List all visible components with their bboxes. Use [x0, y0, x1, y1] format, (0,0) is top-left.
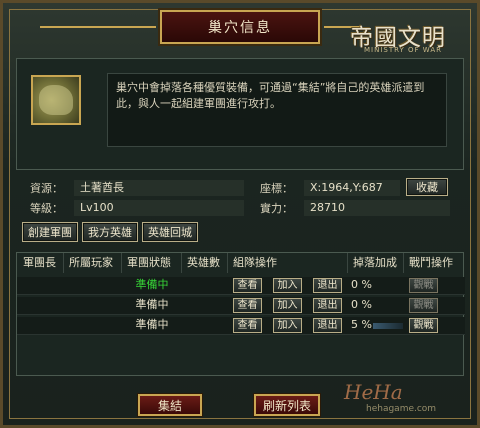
- col-status: 軍團狀態: [127, 256, 171, 269]
- coord-value: X:1964,Y:687: [304, 180, 400, 196]
- resource-value: 土著酋長: [74, 180, 244, 196]
- drop-bonus-bar: [373, 323, 403, 329]
- join-button[interactable]: 加入: [273, 298, 302, 313]
- view-button[interactable]: 查看: [233, 278, 262, 293]
- table-row[interactable]: 準備中 查看 加入 退出 0 % 觀戰: [17, 297, 465, 315]
- lair-thumbnail: [31, 75, 81, 125]
- lair-info-panel: 巢穴中會掉落各種優質裝備，可通過“集結”將自己的英雄派遣到此，與人一起組建軍團進…: [16, 58, 464, 170]
- view-button[interactable]: 查看: [233, 318, 262, 333]
- exit-button[interactable]: 退出: [313, 278, 342, 293]
- coord-label: 座標：: [260, 182, 293, 195]
- watermark-url: hehagame.com: [366, 404, 437, 414]
- action-buttons: 創建軍團 我方英雄 英雄回城: [22, 222, 198, 242]
- watch-button[interactable]: 觀戰: [409, 318, 438, 333]
- my-heroes-button[interactable]: 我方英雄: [82, 222, 138, 242]
- logo-subtitle: MINISTRY OF WAR: [364, 46, 442, 54]
- join-button[interactable]: 加入: [273, 278, 302, 293]
- strength-row: 實力： 28710: [260, 200, 450, 216]
- table-row[interactable]: 準備中 查看 加入 退出 5 % 觀戰: [17, 317, 465, 335]
- legion-table: 軍團長 所屬玩家 軍團狀態 英雄數 組隊操作 掉落加成 戰鬥操作 準備中 查看 …: [16, 252, 465, 376]
- recall-heroes-button[interactable]: 英雄回城: [142, 222, 198, 242]
- col-team-ops: 組隊操作: [233, 256, 277, 269]
- level-value: Lv100: [74, 200, 244, 216]
- watch-button[interactable]: 觀戰: [409, 298, 438, 313]
- coord-row: 座標： X:1964,Y:687: [260, 180, 400, 196]
- join-button[interactable]: 加入: [273, 318, 302, 333]
- resource-row: 資源： 土著酋長: [30, 180, 244, 196]
- col-player: 所屬玩家: [69, 256, 113, 269]
- window-title-plate: 巢穴信息: [160, 10, 320, 44]
- table-header: 軍團長 所屬玩家 軍團狀態 英雄數 組隊操作 掉落加成 戰鬥操作: [17, 253, 465, 273]
- row-status: 準備中: [135, 318, 169, 331]
- refresh-list-button[interactable]: 刷新列表: [254, 394, 320, 416]
- level-row: 等級： Lv100: [30, 200, 244, 216]
- title-ornament-left: [40, 26, 156, 28]
- row-status: 準備中: [135, 298, 169, 311]
- window-title: 巢穴信息: [208, 20, 272, 36]
- rally-button[interactable]: 集結: [138, 394, 202, 416]
- favorite-button[interactable]: 收藏: [406, 178, 448, 196]
- row-status: 準備中: [135, 278, 169, 291]
- resource-label: 資源：: [30, 182, 63, 195]
- game-logo: 帝國文明 MINISTRY OF WAR: [350, 18, 462, 62]
- view-button[interactable]: 查看: [233, 298, 262, 313]
- create-legion-button[interactable]: 創建軍團: [22, 222, 78, 242]
- site-watermark: HeHa hehagame.com: [344, 380, 464, 420]
- table-row[interactable]: 準備中 查看 加入 退出 0 % 觀戰: [17, 277, 465, 295]
- exit-button[interactable]: 退出: [313, 318, 342, 333]
- lair-description: 巢穴中會掉落各種優質裝備，可通過“集結”將自己的英雄派遣到此，與人一起組建軍團進…: [107, 73, 447, 147]
- lair-stats: 資源： 土著酋長 座標： X:1964,Y:687 收藏 等級： Lv100 實…: [16, 176, 464, 218]
- strength-label: 實力：: [260, 202, 293, 215]
- watermark-brand: HeHa: [344, 380, 403, 404]
- exit-button[interactable]: 退出: [313, 298, 342, 313]
- strength-value: 28710: [304, 200, 450, 216]
- watch-button[interactable]: 觀戰: [409, 278, 438, 293]
- col-battle-ops: 戰鬥操作: [409, 256, 453, 269]
- col-leader: 軍團長: [23, 256, 56, 269]
- row-drop-bonus: 0 %: [351, 278, 372, 291]
- level-label: 等級：: [30, 202, 63, 215]
- col-hero-count: 英雄數: [187, 256, 220, 269]
- col-drop-bonus: 掉落加成: [353, 256, 397, 269]
- row-drop-bonus: 0 %: [351, 298, 372, 311]
